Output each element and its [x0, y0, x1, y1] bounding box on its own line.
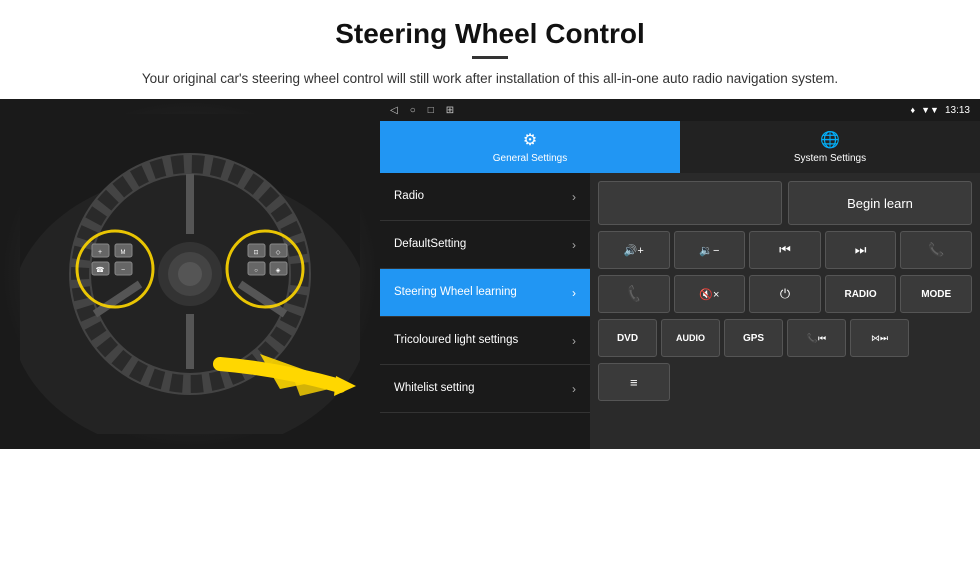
mode-label: MODE [921, 289, 951, 300]
vol-down-icon: 🔉− [699, 244, 719, 257]
menu-whitelist-arrow: › [572, 382, 576, 396]
answer-call-button[interactable]: 📞 [598, 275, 670, 313]
radio-label: RADIO [844, 289, 876, 300]
recent-nav-icon[interactable]: □ [428, 105, 434, 116]
top-row: Begin learn [598, 181, 972, 225]
vol-up-icon: 🔊+ [624, 244, 644, 257]
vol-up-button[interactable]: 🔊+ [598, 231, 670, 269]
prev-track-button[interactable]: ⏮ [749, 231, 821, 269]
tab-bar: ⚙ General Settings 🌐 System Settings [380, 121, 980, 173]
menu-item-default[interactable]: DefaultSetting › [380, 221, 590, 269]
combo-next-button[interactable]: ⋈⏭ [850, 319, 909, 357]
svg-text:◇: ◇ [276, 250, 281, 256]
content-row: + M ☎ − ⊡ ◇ ○ ◈ [0, 99, 980, 564]
menu-default-label: DefaultSetting [394, 237, 466, 252]
phone-icon: 📞 [928, 242, 944, 258]
car-background: + M ☎ − ⊡ ◇ ○ ◈ [0, 99, 380, 449]
phone-prev-button[interactable]: 📞⏮ [787, 319, 846, 357]
icon-row-4: ≡ [598, 363, 972, 401]
svg-text:◈: ◈ [276, 268, 281, 274]
menu-tricoloured-label: Tricoloured light settings [394, 333, 518, 348]
tab-general-label: General Settings [493, 153, 568, 164]
tab-system-label: System Settings [794, 153, 866, 164]
vol-down-button[interactable]: 🔉− [674, 231, 746, 269]
svg-text:M: M [121, 250, 126, 256]
menu-item-radio[interactable]: Radio › [380, 173, 590, 221]
menu-radio-arrow: › [572, 190, 576, 204]
menu-default-arrow: › [572, 238, 576, 252]
header-section: Steering Wheel Control Your original car… [0, 0, 980, 99]
mute-icon: 🔇× [699, 288, 719, 301]
page-container: Steering Wheel Control Your original car… [0, 0, 980, 564]
gps-label: GPS [743, 333, 764, 344]
title-divider [472, 56, 508, 59]
dvd-button[interactable]: DVD [598, 319, 657, 357]
power-icon: ⏻ [780, 286, 790, 302]
gps-button[interactable]: GPS [724, 319, 783, 357]
general-settings-icon: ⚙ [523, 130, 537, 150]
next-track-button[interactable]: ⏭ [825, 231, 897, 269]
combo-icon: ⋈⏭ [871, 333, 888, 344]
svg-text:⊡: ⊡ [253, 250, 258, 256]
mode-btn[interactable]: MODE [900, 275, 972, 313]
home-nav-icon[interactable]: ○ [410, 105, 416, 116]
svg-text:○: ○ [254, 268, 258, 274]
begin-learn-button[interactable]: Begin learn [788, 181, 972, 225]
list-icon: ≡ [630, 375, 638, 390]
menu-radio-label: Radio [394, 189, 424, 204]
tab-general[interactable]: ⚙ General Settings [380, 121, 680, 173]
mute-button[interactable]: 🔇× [674, 275, 746, 313]
dvd-label: DVD [617, 333, 638, 344]
icon-row-2: 📞 🔇× ⏻ RADIO MODE [598, 275, 972, 313]
svg-text:☎: ☎ [96, 266, 105, 274]
back-nav-icon[interactable]: ◁ [390, 105, 398, 116]
menu-whitelist-label: Whitelist setting [394, 381, 475, 396]
subtitle: Your original car's steering wheel contr… [110, 69, 870, 89]
list-button[interactable]: ≡ [598, 363, 670, 401]
clock: 13:13 [945, 105, 970, 116]
system-settings-icon: 🌐 [820, 130, 840, 150]
main-content: Radio › DefaultSetting › Steering Wheel … [380, 173, 980, 449]
prev-track-icon: ⏮ [779, 242, 791, 258]
empty-display-box [598, 181, 782, 225]
grid-nav-icon[interactable]: ⊞ [446, 105, 454, 116]
audio-button[interactable]: AUDIO [661, 319, 720, 357]
tab-system[interactable]: 🌐 System Settings [680, 121, 980, 173]
menu-item-tricoloured[interactable]: Tricoloured light settings › [380, 317, 590, 365]
status-right: ♦ ▼▼ 13:13 [911, 105, 970, 116]
menu-tricoloured-arrow: › [572, 334, 576, 348]
wifi-icon: ▼▼ [921, 105, 939, 115]
svg-text:+: + [98, 249, 102, 256]
page-title: Steering Wheel Control [60, 18, 920, 50]
menu-steering-arrow: › [572, 286, 576, 300]
left-menu: Radio › DefaultSetting › Steering Wheel … [380, 173, 590, 449]
menu-item-steering[interactable]: Steering Wheel learning › [380, 269, 590, 317]
phone-button[interactable]: 📞 [900, 231, 972, 269]
icon-row-3: DVD AUDIO GPS 📞⏮ ⋈⏭ [598, 319, 972, 357]
power-button[interactable]: ⏻ [749, 275, 821, 313]
next-track-icon: ⏭ [855, 242, 867, 258]
icon-row-1: 🔊+ 🔉− ⏮ ⏭ 📞 [598, 231, 972, 269]
audio-label: AUDIO [676, 333, 705, 343]
right-panel: Begin learn 🔊+ 🔉− ⏮ [590, 173, 980, 449]
menu-steering-label: Steering Wheel learning [394, 285, 517, 300]
status-left: ◁ ○ □ ⊞ [390, 105, 454, 116]
car-image-section: + M ☎ − ⊡ ◇ ○ ◈ [0, 99, 380, 449]
radio-btn[interactable]: RADIO [825, 275, 897, 313]
phone-prev-icon: 📞⏮ [807, 333, 826, 344]
answer-icon: 📞 [623, 284, 644, 305]
menu-item-whitelist[interactable]: Whitelist setting › [380, 365, 590, 413]
location-icon: ♦ [911, 105, 916, 115]
begin-learn-label: Begin learn [847, 196, 913, 211]
svg-text:−: − [121, 267, 125, 274]
steering-wheel-graphic: + M ☎ − ⊡ ◇ ○ ◈ [20, 114, 360, 434]
android-screen: ◁ ○ □ ⊞ ♦ ▼▼ 13:13 ⚙ General Settings [380, 99, 980, 449]
status-bar: ◁ ○ □ ⊞ ♦ ▼▼ 13:13 [380, 99, 980, 121]
